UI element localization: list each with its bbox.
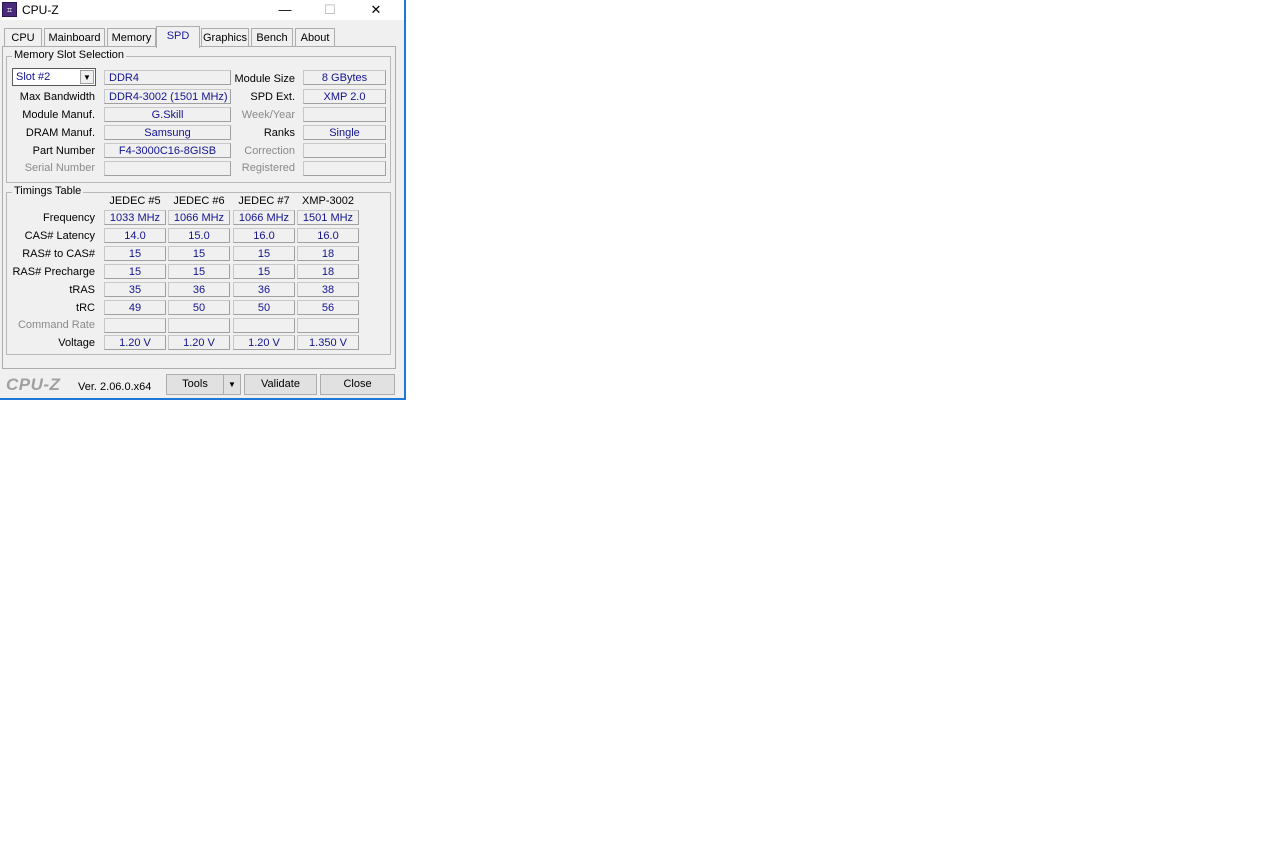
memory-type-field: DDR4: [104, 70, 231, 85]
tab-cpu[interactable]: CPU: [4, 28, 42, 46]
timings-cell: 1.20 V: [233, 335, 295, 350]
timings-row-label: Voltage: [58, 337, 95, 349]
title-bar[interactable]: ⌗ CPU-Z — ☐ ✕: [0, 0, 404, 20]
timings-cell: 1066 MHz: [168, 210, 230, 225]
timings-cell: 15: [168, 246, 230, 261]
week-year-label: Week/Year: [241, 109, 295, 121]
correction-label: Correction: [244, 145, 295, 157]
tab-mainboard[interactable]: Mainboard: [44, 28, 105, 46]
timings-cell: 16.0: [297, 228, 359, 243]
memory-slot-group-title: Memory Slot Selection: [12, 49, 127, 61]
cpuz-window: ⌗ CPU-Z — ☐ ✕ CPU Mainboard Memory SPD G…: [0, 0, 406, 400]
serial-number-label: Serial Number: [24, 162, 95, 174]
cpuz-logo: CPU-Z: [6, 375, 61, 394]
module-size-label: Module Size: [234, 73, 295, 85]
validate-button[interactable]: Validate: [244, 374, 317, 395]
timings-cell: 38: [297, 282, 359, 297]
timings-cell: 15: [233, 246, 295, 261]
timings-cell: 1066 MHz: [233, 210, 295, 225]
tab-bench[interactable]: Bench: [251, 28, 293, 46]
timings-row-label: tRAS: [69, 284, 95, 296]
timings-row-label: tRC: [76, 302, 95, 314]
timings-cell: 14.0: [104, 228, 166, 243]
close-window-button[interactable]: ✕: [353, 0, 399, 20]
module-manuf-label: Module Manuf.: [22, 109, 95, 121]
timings-column-header: JEDEC #5: [109, 195, 161, 207]
registered-label: Registered: [241, 162, 295, 174]
max-bandwidth-label: Max Bandwidth: [19, 91, 95, 103]
window-title: CPU-Z: [22, 3, 59, 17]
timings-cell: [297, 318, 359, 333]
spd-ext-field: XMP 2.0: [303, 89, 386, 104]
timings-row-label: Command Rate: [17, 319, 95, 331]
timings-cell: 36: [233, 282, 295, 297]
timings-row-label: RAS# Precharge: [12, 266, 95, 278]
dram-manuf-field: Samsung: [104, 125, 231, 140]
part-number-label: Part Number: [32, 145, 95, 157]
timings-column-header: JEDEC #7: [238, 195, 290, 207]
slot-select-value: Slot #2: [16, 71, 51, 83]
timings-cell: 15.0: [168, 228, 230, 243]
registered-field: [303, 161, 386, 176]
timings-cell: 16.0: [233, 228, 295, 243]
chevron-down-icon[interactable]: ▼: [223, 374, 241, 395]
minimize-button[interactable]: —: [262, 0, 308, 20]
timings-cell: 15: [104, 264, 166, 279]
timings-row-label: RAS# to CAS#: [22, 248, 95, 260]
timings-cell: 49: [104, 300, 166, 315]
chevron-down-icon[interactable]: ▼: [80, 70, 94, 84]
timings-cell: [104, 318, 166, 333]
timings-cell: 15: [233, 264, 295, 279]
tools-button[interactable]: Tools: [166, 374, 224, 395]
slot-select[interactable]: Slot #2 ▼: [12, 68, 96, 86]
week-year-field: [303, 107, 386, 122]
timings-cell: 18: [297, 264, 359, 279]
timings-cell: 15: [168, 264, 230, 279]
module-manuf-field: G.Skill: [104, 107, 231, 122]
timings-group-title: Timings Table: [12, 185, 84, 197]
timings-cell: 56: [297, 300, 359, 315]
tab-spd[interactable]: SPD: [156, 26, 200, 48]
timings-cell: 50: [233, 300, 295, 315]
close-button[interactable]: Close: [320, 374, 395, 395]
timings-cell: 50: [168, 300, 230, 315]
timings-cell: 18: [297, 246, 359, 261]
timings-cell: 1033 MHz: [104, 210, 166, 225]
ranks-field: Single: [303, 125, 386, 140]
cpuz-app-icon: ⌗: [2, 2, 17, 17]
ranks-label: Ranks: [263, 127, 295, 139]
tab-memory[interactable]: Memory: [107, 28, 156, 46]
timings-cell: 15: [104, 246, 166, 261]
correction-field: [303, 143, 386, 158]
timings-cell: 1.20 V: [168, 335, 230, 350]
dram-manuf-label: DRAM Manuf.: [25, 127, 95, 139]
timings-column-header: XMP-3002: [302, 195, 354, 207]
tab-about[interactable]: About: [295, 28, 335, 46]
tab-graphics[interactable]: Graphics: [201, 28, 249, 46]
part-number-field: F4-3000C16-8GISB: [104, 143, 231, 158]
version-text: Ver. 2.06.0.x64: [78, 381, 152, 393]
timings-cell: 35: [104, 282, 166, 297]
timings-cell: [168, 318, 230, 333]
maximize-button[interactable]: ☐: [307, 0, 353, 20]
timings-cell: 36: [168, 282, 230, 297]
spd-ext-label: SPD Ext.: [250, 91, 295, 103]
module-size-field: 8 GBytes: [303, 70, 386, 85]
max-bandwidth-field: DDR4-3002 (1501 MHz): [104, 89, 231, 104]
timings-cell: 1.20 V: [104, 335, 166, 350]
timings-column-header: JEDEC #6: [173, 195, 225, 207]
timings-row-label: CAS# Latency: [24, 230, 95, 242]
timings-cell: 1.350 V: [297, 335, 359, 350]
timings-cell: 1501 MHz: [297, 210, 359, 225]
serial-number-field: [104, 161, 231, 176]
timings-row-label: Frequency: [43, 212, 95, 224]
timings-cell: [233, 318, 295, 333]
